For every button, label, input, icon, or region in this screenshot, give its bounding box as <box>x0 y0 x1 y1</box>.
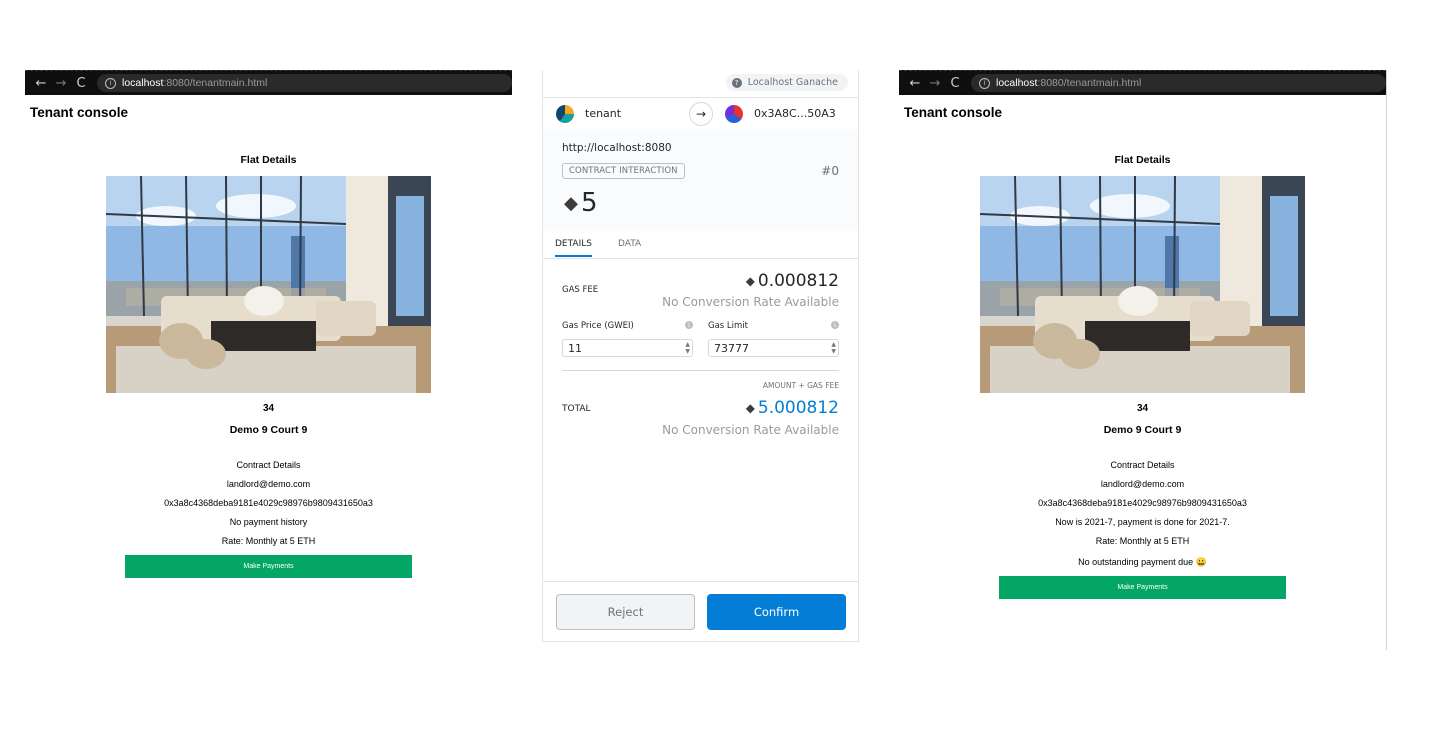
url-host: localhost <box>122 77 164 89</box>
right-browser-window: ← → C i localhost :8080/tenantmain.html … <box>899 70 1387 650</box>
landlord-email: landlord@demo.com <box>226 479 311 489</box>
total-value: 5.000812 <box>757 398 839 418</box>
flat-details-heading: Flat Details <box>1114 154 1171 166</box>
outstanding-status: No outstanding payment due 😀 <box>1078 557 1207 567</box>
reject-button[interactable]: Reject <box>556 594 695 630</box>
gas-fee-value: 0.000812 <box>757 271 839 291</box>
flat-number: 34 <box>262 403 275 414</box>
to-account-address[interactable]: 0x3A8C...50A3 <box>754 107 836 120</box>
address-bar[interactable]: i localhost :8080/tenantmain.html <box>971 74 1386 92</box>
confirm-button[interactable]: Confirm <box>707 594 846 630</box>
gas-fee-amount: ◆ 0.000812 <box>746 271 839 291</box>
network-icon: ? <box>731 77 742 88</box>
contract-details-heading: Contract Details <box>1110 460 1175 470</box>
forward-icon[interactable]: → <box>51 76 71 91</box>
gas-price-value: 11 <box>568 341 582 355</box>
reload-icon[interactable]: C <box>71 76 91 91</box>
footer-divider <box>543 581 858 582</box>
account-bar: tenant → 0x3A8C...50A3 <box>543 97 858 130</box>
gas-limit-input[interactable]: 73777 ▲ ▼ <box>708 339 839 357</box>
tab-bar: DETAILS DATA <box>543 232 858 259</box>
network-name: Localhost Ganache <box>747 77 838 88</box>
rate-text: Rate: Monthly at 5 ETH <box>221 536 316 546</box>
url-host: localhost <box>996 77 1038 89</box>
payment-status: No payment history <box>229 517 308 527</box>
stepper-icon[interactable]: ▲ ▼ <box>685 341 690 355</box>
total-amount: ◆ 5.000812 <box>746 398 839 418</box>
flat-photo <box>106 176 431 393</box>
amount-display: ◆ 5 <box>564 188 598 218</box>
make-payments-button[interactable]: Make Payments <box>999 576 1286 599</box>
to-account-avatar <box>725 104 743 123</box>
url-path: :8080/tenantmain.html <box>163 77 268 89</box>
metamask-confirm-popup: ? Localhost Ganache tenant → 0x3A8C...50… <box>542 70 859 642</box>
arrow-right-icon: → <box>689 101 713 126</box>
stepper-icon[interactable]: ▲ ▼ <box>831 341 836 355</box>
tab-data[interactable]: DATA <box>618 239 641 249</box>
address-bar[interactable]: i localhost :8080/tenantmain.html <box>97 74 512 92</box>
total-label: TOTAL <box>562 404 591 414</box>
tab-details[interactable]: DETAILS <box>555 239 592 257</box>
page-title: Tenant console <box>30 105 129 120</box>
divider <box>562 370 839 371</box>
from-account-name[interactable]: tenant <box>585 107 621 120</box>
info-icon[interactable]: i <box>685 321 693 329</box>
from-account-avatar <box>556 104 574 123</box>
reload-icon[interactable]: C <box>945 76 965 91</box>
gas-fee-conversion: No Conversion Rate Available <box>662 295 839 309</box>
rate-text: Rate: Monthly at 5 ETH <box>1095 536 1190 546</box>
payment-status: Now is 2021-7, payment is done for 2021-… <box>1055 517 1230 527</box>
amount-gas-fee-label: AMOUNT + GAS FEE <box>762 381 839 390</box>
make-payments-button[interactable]: Make Payments <box>125 555 412 578</box>
landlord-email: landlord@demo.com <box>1100 479 1185 489</box>
browser-toolbar: ← → C i localhost :8080/tenantmain.html <box>25 70 512 95</box>
gas-limit-value: 73777 <box>714 341 749 355</box>
back-icon[interactable]: ← <box>31 76 51 91</box>
gas-limit-label: Gas Limit <box>708 321 748 331</box>
browser-toolbar: ← → C i localhost :8080/tenantmain.html <box>899 70 1386 95</box>
gas-price-input[interactable]: 11 ▲ ▼ <box>562 339 693 357</box>
flat-number: 34 <box>1136 403 1149 414</box>
nonce-label: #0 <box>821 164 839 178</box>
contract-details-heading: Contract Details <box>236 460 301 470</box>
amount-value: 5 <box>581 188 598 218</box>
site-info-icon[interactable]: i <box>979 77 990 89</box>
ethereum-icon: ◆ <box>745 401 755 415</box>
ethereum-icon: ◆ <box>564 192 578 214</box>
total-conversion: No Conversion Rate Available <box>662 423 839 437</box>
forward-icon[interactable]: → <box>925 76 945 91</box>
info-icon[interactable]: i <box>831 321 839 329</box>
page-title: Tenant console <box>904 105 1003 120</box>
left-browser-window: ← → C i localhost :8080/tenantmain.html … <box>25 70 512 630</box>
url-path: :8080/tenantmain.html <box>1037 77 1142 89</box>
flat-address: Demo 9 Court 9 <box>229 424 308 436</box>
flat-address: Demo 9 Court 9 <box>1103 424 1182 436</box>
gas-fee-label: GAS FEE <box>562 285 599 295</box>
back-icon[interactable]: ← <box>905 76 925 91</box>
ethereum-icon: ◆ <box>745 274 755 288</box>
site-info-icon[interactable]: i <box>105 77 116 89</box>
flat-photo <box>980 176 1305 393</box>
transaction-summary: http://localhost:8080 CONTRACT INTERACTI… <box>543 129 858 231</box>
contract-address: 0x3a8c4368deba9181e4029c98976b9809431650… <box>1038 498 1247 508</box>
origin-url: http://localhost:8080 <box>562 142 672 154</box>
contract-interaction-badge: CONTRACT INTERACTION <box>562 163 685 179</box>
contract-address: 0x3a8c4368deba9181e4029c98976b9809431650… <box>164 498 373 508</box>
gas-price-label: Gas Price (GWEI) <box>562 321 634 331</box>
flat-details-heading: Flat Details <box>240 154 297 166</box>
network-indicator[interactable]: ? Localhost Ganache <box>725 74 848 91</box>
